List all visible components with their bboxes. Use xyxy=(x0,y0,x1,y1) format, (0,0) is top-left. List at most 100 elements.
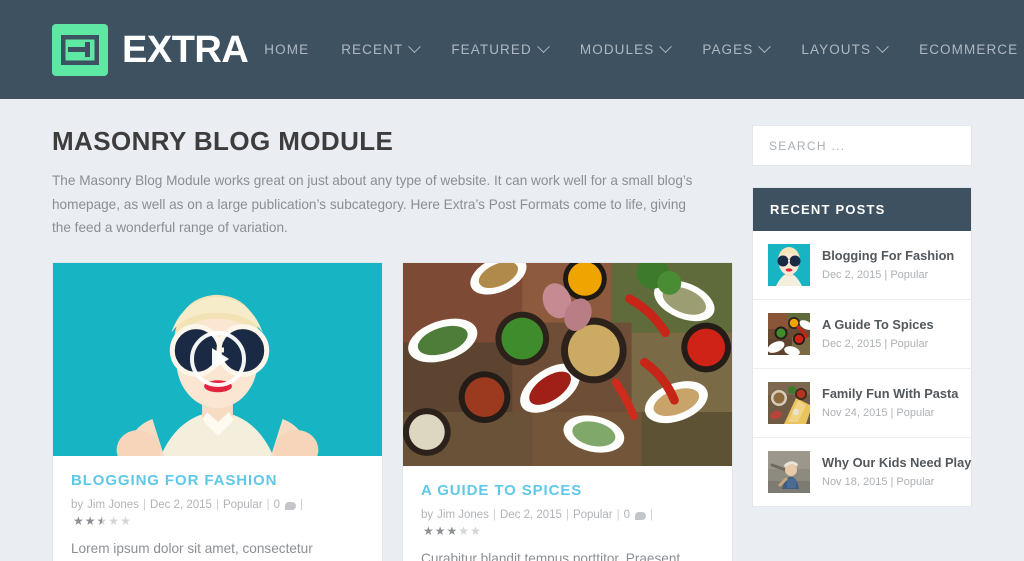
recent-post-title: Blogging For Fashion xyxy=(822,248,955,263)
chevron-down-icon xyxy=(659,40,673,54)
post-date: Dec 2, 2015 xyxy=(149,499,212,512)
star-rating[interactable]: ★ ★ ★ ★ ★ xyxy=(423,525,481,537)
nav-item-featured[interactable]: FEATURED xyxy=(435,40,564,57)
spices-thumb xyxy=(768,313,810,355)
nav-label: ECOMMERCE xyxy=(919,42,1019,57)
recent-post-date: Nov 24, 2015 xyxy=(822,407,888,419)
recent-post-meta: Dec 2, 2015 | Popular xyxy=(822,338,928,350)
extra-logo-icon xyxy=(52,23,108,76)
kids-thumb xyxy=(768,451,810,493)
main-content: MASONRY BLOG MODULE The Masonry Blog Mod… xyxy=(52,99,733,561)
masonry-post-grid: BLOGGING FOR FASHION by Jim Jones | Dec … xyxy=(52,261,733,561)
page-title: MASONRY BLOG MODULE xyxy=(52,126,394,156)
list-item-text: Family Fun With Pasta Nov 24, 2015 | Pop… xyxy=(822,385,958,421)
list-item[interactable]: Why Our Kids Need Play Nov 18, 2015 | Po… xyxy=(753,438,971,506)
meta-separator: | xyxy=(142,499,146,512)
author-prefix: by xyxy=(71,499,84,512)
star-icon: ★ xyxy=(434,524,446,539)
nav-label: MODULES xyxy=(579,42,655,57)
nav-item-layouts[interactable]: LAYOUTS xyxy=(785,40,903,57)
recent-post-category: Popular xyxy=(890,269,929,281)
fashion-sunglasses-photo[interactable] xyxy=(53,262,382,457)
chevron-down-icon xyxy=(537,40,550,54)
nav-item-pages[interactable]: PAGES xyxy=(686,40,785,57)
chevron-down-icon xyxy=(876,40,889,54)
recent-post-title: Why Our Kids Need Play xyxy=(822,455,972,470)
nav-label: LAYOUTS xyxy=(801,42,872,57)
post-category[interactable]: Popular xyxy=(573,509,613,521)
recent-post-title: A Guide To Spices xyxy=(822,317,934,332)
list-item[interactable]: Blogging For Fashion Dec 2, 2015 | Popul… xyxy=(753,231,971,300)
recent-post-meta: Nov 18, 2015 | Popular xyxy=(822,476,934,488)
star-icon: ★ xyxy=(73,514,84,529)
nav-item-ecommerce[interactable]: ECOMMERCE xyxy=(903,42,1024,57)
recent-post-date: Dec 2, 2015 xyxy=(822,269,882,281)
post-author[interactable]: Jim Jones xyxy=(87,499,139,511)
recent-post-category: Popular xyxy=(896,407,935,419)
meta-separator: | xyxy=(215,499,219,512)
recent-post-meta: Dec 2, 2015 | Popular xyxy=(822,269,928,281)
post-card: A GUIDE TO SPICES by Jim Jones | Dec 2, … xyxy=(402,261,733,561)
meta-separator: | xyxy=(300,499,303,512)
nav-item-modules[interactable]: MODULES xyxy=(564,40,686,57)
post-excerpt: Curabitur blandit tempus porttitor. Prae… xyxy=(421,551,681,561)
recent-post-category: Popular xyxy=(896,476,935,488)
author-prefix: by xyxy=(421,509,434,522)
recent-post-date: Nov 18, 2015 xyxy=(822,476,888,488)
nav-label: RECENT xyxy=(341,42,404,57)
chevron-down-icon xyxy=(408,40,422,54)
recent-posts-widget: RECENT POSTS Blogging For Fashion Dec 2,… xyxy=(752,187,972,507)
star-icon: ★ xyxy=(96,514,108,529)
post-excerpt: Lorem ipsum dolor sit amet, consectetur … xyxy=(71,541,313,557)
recent-post-meta: Nov 24, 2015 | Popular xyxy=(822,407,934,419)
list-item[interactable]: A Guide To Spices Dec 2, 2015 | Popular xyxy=(753,300,971,369)
sidebar: RECENT POSTS Blo xyxy=(752,99,972,507)
meta-separator: | xyxy=(565,509,569,522)
nav-label: FEATURED xyxy=(451,42,532,57)
recent-posts-title: RECENT POSTS xyxy=(753,188,971,231)
chevron-down-icon xyxy=(758,40,772,54)
meta-separator: | xyxy=(492,509,496,522)
nav-item-home[interactable]: HOME xyxy=(248,42,325,57)
post-meta: by Jim Jones | Dec 2, 2015 | Popular | 0… xyxy=(71,499,364,527)
post-author[interactable]: Jim Jones xyxy=(437,509,489,521)
brand-logo[interactable]: EXTRA xyxy=(52,23,249,76)
pasta-thumb xyxy=(768,382,810,424)
post-category[interactable]: Popular xyxy=(223,499,263,511)
star-icon: ★ xyxy=(446,524,458,539)
comment-count[interactable]: 0 xyxy=(274,499,280,511)
star-icon: ★ xyxy=(423,524,434,539)
page-description: The Masonry Blog Module works great on j… xyxy=(52,173,693,236)
site-header: EXTRA HOME RECENT FEATURED MODULES PAGES… xyxy=(0,0,1024,99)
star-icon: ★ xyxy=(108,514,120,529)
nav-label: PAGES xyxy=(702,42,754,57)
post-body: A GUIDE TO SPICES by Jim Jones | Dec 2, … xyxy=(403,466,732,561)
post-date: Dec 2, 2015 xyxy=(499,509,562,522)
post-title-link[interactable]: A GUIDE TO SPICES xyxy=(421,482,714,499)
search-widget[interactable] xyxy=(752,125,972,166)
brand-name: EXTRA xyxy=(122,28,249,71)
star-rating[interactable]: ★ ★ ★ ★ ★ xyxy=(73,515,131,527)
star-icon: ★ xyxy=(470,524,481,539)
nav-item-recent[interactable]: RECENT xyxy=(325,40,435,57)
main-navigation: HOME RECENT FEATURED MODULES PAGES LAYOU… xyxy=(248,40,1024,57)
page-wrapper: MASONRY BLOG MODULE The Masonry Blog Mod… xyxy=(0,99,1024,561)
list-item-text: Blogging For Fashion Dec 2, 2015 | Popul… xyxy=(822,247,956,283)
list-item[interactable]: Family Fun With Pasta Nov 24, 2015 | Pop… xyxy=(753,369,971,438)
post-title-link[interactable]: BLOGGING FOR FASHION xyxy=(71,472,364,489)
fashion-thumb xyxy=(768,244,810,286)
play-button-icon[interactable] xyxy=(189,331,246,388)
meta-separator: | xyxy=(616,509,620,522)
list-item-text: A Guide To Spices Dec 2, 2015 | Popular xyxy=(822,316,956,352)
meta-separator: | xyxy=(650,509,653,522)
comment-bubble-icon xyxy=(285,502,296,511)
spices-bowls-photo[interactable] xyxy=(403,262,732,467)
post-meta: by Jim Jones | Dec 2, 2015 | Popular | 0… xyxy=(421,509,714,537)
list-item-text: Why Our Kids Need Play Nov 18, 2015 | Po… xyxy=(822,454,971,490)
comment-count[interactable]: 0 xyxy=(624,509,630,521)
post-card: BLOGGING FOR FASHION by Jim Jones | Dec … xyxy=(52,261,383,561)
recent-post-date: Dec 2, 2015 xyxy=(822,338,882,350)
star-icon: ★ xyxy=(458,524,470,539)
nav-label: HOME xyxy=(264,42,310,57)
search-input[interactable] xyxy=(769,138,955,153)
